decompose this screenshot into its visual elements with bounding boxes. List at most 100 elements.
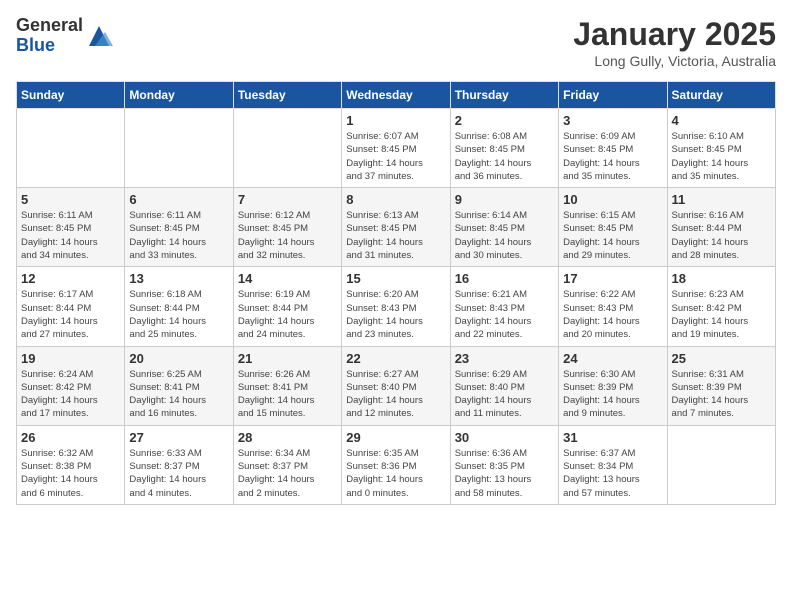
calendar-cell: 17 Sunrise: 6:22 AMSunset: 8:43 PMDayligh… (559, 267, 667, 346)
day-header-tuesday: Tuesday (233, 82, 341, 109)
day-info: Sunrise: 6:07 AMSunset: 8:45 PMDaylight:… (346, 130, 445, 183)
week-row-2: 5 Sunrise: 6:11 AMSunset: 8:45 PMDaylight… (17, 188, 776, 267)
day-number: 1 (346, 113, 445, 128)
day-number: 27 (129, 430, 228, 445)
day-info: Sunrise: 6:22 AMSunset: 8:43 PMDaylight:… (563, 288, 662, 341)
day-info: Sunrise: 6:17 AMSunset: 8:44 PMDaylight:… (21, 288, 120, 341)
day-info: Sunrise: 6:31 AMSunset: 8:39 PMDaylight:… (672, 368, 771, 421)
day-number: 4 (672, 113, 771, 128)
calendar-cell: 18 Sunrise: 6:23 AMSunset: 8:42 PMDayligh… (667, 267, 775, 346)
day-info: Sunrise: 6:24 AMSunset: 8:42 PMDaylight:… (21, 368, 120, 421)
calendar-cell: 31 Sunrise: 6:37 AMSunset: 8:34 PMDayligh… (559, 425, 667, 504)
location: Long Gully, Victoria, Australia (573, 53, 776, 69)
day-header-friday: Friday (559, 82, 667, 109)
day-number: 17 (563, 271, 662, 286)
week-row-3: 12 Sunrise: 6:17 AMSunset: 8:44 PMDayligh… (17, 267, 776, 346)
calendar-cell: 24 Sunrise: 6:30 AMSunset: 8:39 PMDayligh… (559, 346, 667, 425)
day-header-wednesday: Wednesday (342, 82, 450, 109)
calendar-cell: 5 Sunrise: 6:11 AMSunset: 8:45 PMDaylight… (17, 188, 125, 267)
calendar-cell: 6 Sunrise: 6:11 AMSunset: 8:45 PMDaylight… (125, 188, 233, 267)
calendar-cell: 14 Sunrise: 6:19 AMSunset: 8:44 PMDayligh… (233, 267, 341, 346)
day-header-sunday: Sunday (17, 82, 125, 109)
calendar-body: 1 Sunrise: 6:07 AMSunset: 8:45 PMDaylight… (17, 109, 776, 505)
day-number: 7 (238, 192, 337, 207)
day-number: 25 (672, 351, 771, 366)
logo-general: General (16, 16, 83, 36)
day-number: 26 (21, 430, 120, 445)
calendar-cell: 12 Sunrise: 6:17 AMSunset: 8:44 PMDayligh… (17, 267, 125, 346)
day-number: 8 (346, 192, 445, 207)
day-info: Sunrise: 6:11 AMSunset: 8:45 PMDaylight:… (21, 209, 120, 262)
header-row: SundayMondayTuesdayWednesdayThursdayFrid… (17, 82, 776, 109)
calendar-cell: 25 Sunrise: 6:31 AMSunset: 8:39 PMDayligh… (667, 346, 775, 425)
month-title: January 2025 (573, 16, 776, 53)
calendar-cell: 29Sunrise: 6:35 AMSunset: 8:36 PMDayligh… (342, 425, 450, 504)
day-info: Sunrise: 6:30 AMSunset: 8:39 PMDaylight:… (563, 368, 662, 421)
day-number: 22 (346, 351, 445, 366)
day-info: Sunrise: 6:10 AMSunset: 8:45 PMDaylight:… (672, 130, 771, 183)
day-number: 3 (563, 113, 662, 128)
calendar-cell (667, 425, 775, 504)
calendar-cell: 7Sunrise: 6:12 AMSunset: 8:45 PMDaylight… (233, 188, 341, 267)
title-section: January 2025 Long Gully, Victoria, Austr… (573, 16, 776, 69)
day-info: Sunrise: 6:08 AMSunset: 8:45 PMDaylight:… (455, 130, 554, 183)
day-info: Sunrise: 6:29 AMSunset: 8:40 PMDaylight:… (455, 368, 554, 421)
day-number: 2 (455, 113, 554, 128)
day-number: 12 (21, 271, 120, 286)
calendar-cell: 16Sunrise: 6:21 AMSunset: 8:43 PMDayligh… (450, 267, 558, 346)
calendar-table: SundayMondayTuesdayWednesdayThursdayFrid… (16, 81, 776, 505)
logo: General Blue (16, 16, 113, 56)
day-number: 18 (672, 271, 771, 286)
day-info: Sunrise: 6:36 AMSunset: 8:35 PMDaylight:… (455, 447, 554, 500)
day-info: Sunrise: 6:13 AMSunset: 8:45 PMDaylight:… (346, 209, 445, 262)
day-info: Sunrise: 6:16 AMSunset: 8:44 PMDaylight:… (672, 209, 771, 262)
calendar-cell: 28Sunrise: 6:34 AMSunset: 8:37 PMDayligh… (233, 425, 341, 504)
day-number: 30 (455, 430, 554, 445)
day-number: 31 (563, 430, 662, 445)
day-header-monday: Monday (125, 82, 233, 109)
calendar-cell: 13Sunrise: 6:18 AMSunset: 8:44 PMDayligh… (125, 267, 233, 346)
day-number: 24 (563, 351, 662, 366)
logo-blue: Blue (16, 36, 83, 56)
day-info: Sunrise: 6:19 AMSunset: 8:44 PMDaylight:… (238, 288, 337, 341)
day-info: Sunrise: 6:32 AMSunset: 8:38 PMDaylight:… (21, 447, 120, 500)
logo-icon (85, 22, 113, 50)
week-row-5: 26 Sunrise: 6:32 AMSunset: 8:38 PMDayligh… (17, 425, 776, 504)
day-number: 9 (455, 192, 554, 207)
day-info: Sunrise: 6:14 AMSunset: 8:45 PMDaylight:… (455, 209, 554, 262)
calendar-cell (125, 109, 233, 188)
day-number: 19 (21, 351, 120, 366)
calendar-cell (233, 109, 341, 188)
calendar-cell: 9 Sunrise: 6:14 AMSunset: 8:45 PMDaylight… (450, 188, 558, 267)
calendar-cell: 10Sunrise: 6:15 AMSunset: 8:45 PMDayligh… (559, 188, 667, 267)
calendar-cell: 3 Sunrise: 6:09 AMSunset: 8:45 PMDaylight… (559, 109, 667, 188)
logo-text: General Blue (16, 16, 83, 56)
day-number: 15 (346, 271, 445, 286)
calendar-cell: 30 Sunrise: 6:36 AMSunset: 8:35 PMDayligh… (450, 425, 558, 504)
day-info: Sunrise: 6:20 AMSunset: 8:43 PMDaylight:… (346, 288, 445, 341)
calendar-cell: 2 Sunrise: 6:08 AMSunset: 8:45 PMDaylight… (450, 109, 558, 188)
calendar-cell: 23Sunrise: 6:29 AMSunset: 8:40 PMDayligh… (450, 346, 558, 425)
day-header-thursday: Thursday (450, 82, 558, 109)
day-number: 6 (129, 192, 228, 207)
day-info: Sunrise: 6:27 AMSunset: 8:40 PMDaylight:… (346, 368, 445, 421)
day-number: 14 (238, 271, 337, 286)
day-info: Sunrise: 6:37 AMSunset: 8:34 PMDaylight:… (563, 447, 662, 500)
day-info: Sunrise: 6:25 AMSunset: 8:41 PMDaylight:… (129, 368, 228, 421)
day-info: Sunrise: 6:23 AMSunset: 8:42 PMDaylight:… (672, 288, 771, 341)
day-number: 13 (129, 271, 228, 286)
day-number: 20 (129, 351, 228, 366)
day-number: 5 (21, 192, 120, 207)
day-header-saturday: Saturday (667, 82, 775, 109)
calendar-cell: 15 Sunrise: 6:20 AMSunset: 8:43 PMDayligh… (342, 267, 450, 346)
day-number: 29 (346, 430, 445, 445)
calendar-cell: 19 Sunrise: 6:24 AMSunset: 8:42 PMDayligh… (17, 346, 125, 425)
day-info: Sunrise: 6:09 AMSunset: 8:45 PMDaylight:… (563, 130, 662, 183)
day-info: Sunrise: 6:11 AMSunset: 8:45 PMDaylight:… (129, 209, 228, 262)
day-info: Sunrise: 6:34 AMSunset: 8:37 PMDaylight:… (238, 447, 337, 500)
calendar-cell: 20 Sunrise: 6:25 AMSunset: 8:41 PMDayligh… (125, 346, 233, 425)
day-number: 16 (455, 271, 554, 286)
calendar-cell: 11Sunrise: 6:16 AMSunset: 8:44 PMDayligh… (667, 188, 775, 267)
calendar-cell: 8 Sunrise: 6:13 AMSunset: 8:45 PMDaylight… (342, 188, 450, 267)
calendar-cell: 27Sunrise: 6:33 AMSunset: 8:37 PMDayligh… (125, 425, 233, 504)
